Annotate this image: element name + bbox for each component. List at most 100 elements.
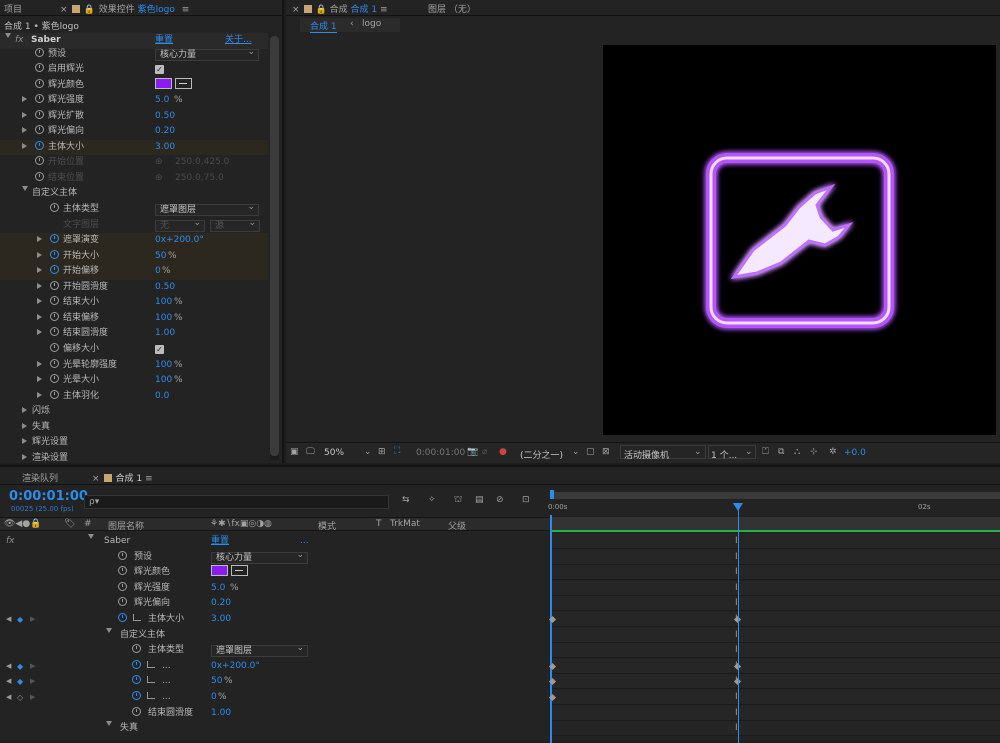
color-channel-icon[interactable]: ● bbox=[499, 447, 507, 457]
expand-right-icon[interactable] bbox=[37, 311, 42, 326]
prev-keyframe-icon[interactable]: ◀ bbox=[6, 674, 11, 689]
expand-right-icon[interactable] bbox=[37, 264, 42, 279]
zoom-select[interactable]: 50% bbox=[324, 448, 344, 458]
timeline-track[interactable] bbox=[552, 612, 1000, 627]
tab-composition[interactable]: × 🔒 合成 合成 1 ≡ bbox=[292, 2, 388, 15]
col-mode[interactable]: 模式 bbox=[318, 519, 336, 532]
exposure-value[interactable]: +0.0 bbox=[844, 448, 866, 458]
add-keyframe-icon[interactable]: ◆ bbox=[17, 674, 23, 689]
motion-blur-icon[interactable]: ⊘ bbox=[496, 495, 504, 505]
stopwatch-icon[interactable] bbox=[132, 643, 141, 658]
show-snapshot-icon[interactable]: ⌀ bbox=[482, 447, 487, 457]
frame-blending-icon[interactable]: ▤ bbox=[475, 495, 484, 505]
layer-search-input[interactable]: ρ▾ bbox=[84, 495, 389, 509]
keyframe-empty-icon[interactable]: ◇ bbox=[17, 690, 23, 705]
expand-down-icon[interactable] bbox=[88, 534, 94, 549]
stopwatch-icon[interactable] bbox=[35, 124, 44, 139]
work-area-bar[interactable] bbox=[550, 492, 1000, 499]
tl-prop-value[interactable]: 1.00 bbox=[211, 706, 231, 721]
expand-right-icon[interactable] bbox=[37, 280, 42, 295]
stopwatch-icon[interactable] bbox=[50, 249, 59, 264]
stopwatch-icon[interactable] bbox=[50, 389, 59, 404]
stopwatch-icon[interactable] bbox=[35, 78, 44, 93]
timeline-track[interactable] bbox=[552, 643, 1000, 659]
stopwatch-icon[interactable] bbox=[35, 47, 44, 62]
stopwatch-icon[interactable] bbox=[50, 280, 59, 295]
expand-right-icon[interactable] bbox=[22, 451, 27, 466]
nav-layer[interactable]: logo bbox=[362, 19, 381, 29]
timeline-track[interactable] bbox=[552, 627, 1000, 643]
timeline-track[interactable] bbox=[552, 565, 1000, 581]
stopwatch-icon[interactable] bbox=[132, 690, 141, 705]
resolution-chevron-icon[interactable]: ⌄ bbox=[572, 447, 580, 457]
stopwatch-icon[interactable] bbox=[50, 295, 59, 310]
tab-project[interactable]: 项目 bbox=[4, 2, 22, 15]
prop-value[interactable]: 0.20 bbox=[155, 124, 175, 139]
prev-keyframe-icon[interactable]: ◀ bbox=[6, 690, 11, 705]
col-layer-name[interactable]: 图层名称 bbox=[108, 519, 144, 532]
close-icon[interactable]: × bbox=[60, 5, 68, 15]
scrollbar[interactable] bbox=[270, 36, 279, 460]
close-icon[interactable]: × bbox=[92, 474, 100, 484]
next-keyframe-icon[interactable]: ▶ bbox=[30, 612, 35, 627]
prop-value[interactable]: 100 bbox=[155, 358, 172, 373]
stopwatch-icon[interactable] bbox=[50, 202, 59, 217]
stopwatch-icon[interactable] bbox=[50, 358, 59, 373]
tl-prop-value[interactable]: 5.0 bbox=[211, 581, 225, 596]
prop-dropdown[interactable]: 核心力量 bbox=[155, 47, 259, 61]
stopwatch-icon[interactable] bbox=[50, 373, 59, 388]
graph-icon[interactable] bbox=[147, 674, 155, 689]
expand-right-icon[interactable] bbox=[37, 373, 42, 388]
stopwatch-icon[interactable] bbox=[35, 155, 44, 170]
mask-visibility-icon[interactable]: ⛶ bbox=[394, 446, 400, 456]
shy-layers-icon[interactable]: ⛫ bbox=[454, 495, 462, 506]
fast-previews-icon[interactable]: ⏍ bbox=[762, 447, 769, 457]
prop-value[interactable]: 0.50 bbox=[155, 109, 175, 124]
prop-value[interactable]: 0.0 bbox=[155, 389, 169, 404]
color-swatch[interactable] bbox=[211, 565, 228, 580]
stopwatch-icon[interactable] bbox=[118, 581, 127, 596]
draft-3d-icon[interactable]: ✧ bbox=[428, 495, 436, 505]
expand-right-icon[interactable] bbox=[22, 109, 27, 124]
graph-icon[interactable] bbox=[147, 659, 155, 674]
graph-editor-icon[interactable]: ⊡ bbox=[522, 495, 530, 505]
prop-value[interactable]: 3.00 bbox=[155, 140, 175, 155]
tl-prop-value[interactable]: 3.00 bbox=[211, 612, 231, 627]
stopwatch-icon[interactable] bbox=[35, 62, 44, 77]
panel-menu-icon[interactable]: ≡ bbox=[182, 5, 190, 15]
tab-effects[interactable]: × 🔒 效果控件 紫色logo ≡ bbox=[60, 2, 189, 15]
stopwatch-icon[interactable] bbox=[35, 140, 44, 155]
prop-value[interactable]: 50 bbox=[155, 249, 166, 264]
expand-right-icon[interactable] bbox=[22, 124, 27, 139]
next-keyframe-icon[interactable]: ▶ bbox=[30, 674, 35, 689]
tl-reset-link[interactable]: 重置 bbox=[211, 534, 229, 549]
prop-value[interactable]: 0x+200.0° bbox=[155, 233, 204, 248]
stopwatch-icon[interactable] bbox=[118, 565, 127, 580]
timeline-track[interactable] bbox=[552, 674, 1000, 690]
prev-keyframe-icon[interactable]: ◀ bbox=[6, 659, 11, 674]
expand-right-icon[interactable] bbox=[37, 249, 42, 264]
stopwatch-icon[interactable] bbox=[35, 109, 44, 124]
timeline-icon[interactable]: ⧉ bbox=[778, 447, 784, 457]
timeline-track[interactable] bbox=[552, 690, 1000, 705]
prop-value[interactable]: 5.0 bbox=[155, 93, 169, 108]
playhead-handle[interactable] bbox=[733, 503, 743, 511]
panel-menu-icon[interactable]: ≡ bbox=[380, 5, 388, 15]
stopwatch-icon[interactable] bbox=[50, 233, 59, 248]
tl-prop-value[interactable]: 50 bbox=[211, 674, 222, 689]
tab-layer[interactable]: 图层 （无） bbox=[428, 2, 476, 15]
time-ruler[interactable]: 0:00s 02s bbox=[548, 489, 1000, 519]
prop-value[interactable]: 0 bbox=[155, 264, 161, 279]
col-trkmat[interactable]: TrkMat bbox=[390, 519, 420, 529]
eyedropper-icon[interactable] bbox=[172, 77, 192, 93]
prop-checkbox[interactable]: ✓ bbox=[155, 62, 164, 77]
tl-more-link[interactable]: ... bbox=[300, 534, 309, 549]
timeline-track[interactable] bbox=[552, 721, 1000, 737]
tab-timeline-comp[interactable]: × 合成 1 ≡ bbox=[92, 471, 153, 484]
stopwatch-icon[interactable] bbox=[118, 550, 127, 565]
add-keyframe-icon[interactable]: ◆ bbox=[17, 612, 23, 627]
stopwatch-icon[interactable] bbox=[50, 326, 59, 341]
expand-right-icon[interactable] bbox=[22, 435, 27, 450]
current-time[interactable]: 0:00:01:00 bbox=[9, 489, 88, 504]
stopwatch-icon[interactable] bbox=[132, 674, 141, 689]
